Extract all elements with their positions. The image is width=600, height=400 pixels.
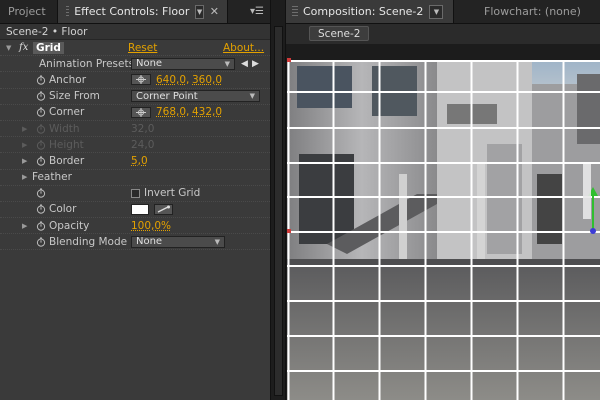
- composition-frame: [287, 44, 600, 400]
- corner-row: Corner 768,0 , 432,0: [0, 105, 270, 121]
- stopwatch-icon[interactable]: [36, 75, 46, 85]
- stopwatch-icon[interactable]: [36, 188, 46, 198]
- height-label: Height: [49, 138, 84, 151]
- size-from-row: Size From Corner Point ▼: [0, 89, 270, 105]
- crosshair-icon[interactable]: [131, 74, 151, 86]
- opacity-label: Opacity: [49, 219, 90, 232]
- animation-presets-dropdown[interactable]: None ▼: [131, 57, 235, 70]
- color-swatch[interactable]: [131, 203, 149, 215]
- anchor-y-value[interactable]: 360,0: [192, 74, 222, 86]
- expand-triangle-icon[interactable]: ▼: [6, 44, 14, 52]
- layer-handle-top-left[interactable]: [287, 58, 291, 62]
- size-from-label: Size From: [49, 90, 100, 103]
- stopwatch-icon[interactable]: [36, 221, 46, 231]
- panel-grip-icon[interactable]: [292, 5, 298, 18]
- invert-grid-row: Invert Grid: [0, 186, 270, 202]
- vertical-scrollbar[interactable]: [274, 26, 283, 396]
- corner-x-value[interactable]: 768,0: [156, 106, 186, 118]
- height-value: 24,0: [131, 138, 155, 151]
- border-row: ▶ Border 5,0: [0, 153, 270, 170]
- stopwatch-icon: [36, 124, 46, 134]
- expand-triangle-icon[interactable]: ▶: [22, 173, 30, 181]
- close-tab-icon[interactable]: ✕: [210, 5, 219, 18]
- panel-menu-icon[interactable]: ▾☰: [244, 0, 270, 23]
- color-row: Color: [0, 202, 270, 219]
- composition-navigator-bar: Scene-2: [286, 24, 600, 44]
- anchor-label: Anchor: [49, 73, 87, 86]
- expand-triangle-icon[interactable]: ▶: [22, 222, 30, 230]
- invert-grid-checkbox[interactable]: [131, 188, 140, 198]
- tab-dropdown-icon[interactable]: ▼: [195, 4, 204, 19]
- reset-link[interactable]: Reset: [128, 42, 157, 54]
- height-row: ▶ Height 24,0: [0, 137, 270, 154]
- anchor-row: Anchor 640,0 , 360,0: [0, 72, 270, 89]
- panel-grip-icon[interactable]: [66, 5, 70, 18]
- tab-project[interactable]: Project: [0, 0, 58, 23]
- stopwatch-icon[interactable]: [36, 156, 46, 166]
- chevron-down-icon: ▼: [224, 59, 230, 68]
- effect-header-row: ▼ fx Grid Reset About...: [0, 40, 270, 57]
- width-value: 32,0: [131, 122, 155, 135]
- expand-triangle-icon[interactable]: ▶: [22, 157, 30, 165]
- stopwatch-icon[interactable]: [36, 204, 46, 215]
- chevron-down-icon: ▼: [214, 237, 220, 246]
- left-tab-bar: Project Effect Controls: Floor ▼ ✕ ▾☰: [0, 0, 270, 24]
- blending-mode-dropdown[interactable]: None ▼: [131, 235, 225, 248]
- effect-controls-panel: Scene-2 • Floor ▼ fx Grid Reset About...…: [0, 24, 270, 400]
- animation-presets-label: Animation Presets:: [39, 57, 138, 70]
- tab-composition[interactable]: Composition: Scene-2 ▼: [286, 0, 454, 23]
- expand-triangle-icon[interactable]: ▶: [22, 141, 30, 149]
- composition-viewer[interactable]: [287, 44, 600, 400]
- effect-name[interactable]: Grid: [33, 41, 64, 54]
- animation-presets-row: Animation Presets: None ▼ ◀ ▶: [0, 56, 270, 73]
- feather-label: Feather: [32, 171, 72, 184]
- size-from-dropdown[interactable]: Corner Point ▼: [131, 90, 260, 103]
- chevron-down-icon: ▼: [249, 92, 255, 101]
- corner-label: Corner: [49, 106, 85, 119]
- border-value[interactable]: 5,0: [131, 155, 148, 167]
- stopwatch-icon[interactable]: [36, 107, 46, 118]
- right-tab-bar: Composition: Scene-2 ▼ Flowchart: (none): [286, 0, 600, 24]
- crosshair-icon[interactable]: [131, 106, 151, 118]
- breadcrumb: Scene-2 • Floor: [0, 24, 270, 40]
- panel-divider[interactable]: [270, 0, 286, 400]
- anchor-x-value[interactable]: 640,0: [156, 74, 186, 86]
- tab-dropdown-icon[interactable]: ▼: [429, 4, 444, 19]
- expand-triangle-icon[interactable]: ▶: [22, 125, 30, 133]
- scene-button[interactable]: Scene-2: [309, 26, 370, 41]
- tab-effect-controls[interactable]: Effect Controls: Floor ▼ ✕: [58, 0, 228, 23]
- width-label: Width: [49, 122, 80, 135]
- blending-mode-label: Blending Mode: [49, 235, 128, 248]
- blending-mode-row: Blending Mode None ▼: [0, 234, 270, 251]
- color-label: Color: [49, 203, 77, 216]
- layer-handle-left[interactable]: [287, 229, 291, 233]
- stopwatch-icon[interactable]: [36, 237, 46, 247]
- about-link[interactable]: About...: [223, 42, 264, 54]
- previous-preset-icon[interactable]: ◀: [241, 59, 248, 69]
- opacity-value[interactable]: 100,0%: [131, 220, 171, 232]
- invert-grid-label: Invert Grid: [144, 187, 201, 200]
- next-preset-icon[interactable]: ▶: [252, 59, 259, 69]
- feather-row: ▶ Feather: [0, 170, 270, 186]
- width-row: ▶ Width 32,0: [0, 121, 270, 138]
- border-label: Border: [49, 154, 85, 167]
- stopwatch-icon: [36, 140, 46, 150]
- tab-flowchart[interactable]: Flowchart: (none): [454, 0, 589, 23]
- opacity-row: ▶ Opacity 100,0%: [0, 218, 270, 235]
- corner-y-value[interactable]: 432,0: [192, 106, 222, 118]
- eyedropper-icon[interactable]: [154, 203, 173, 215]
- stopwatch-icon[interactable]: [36, 91, 46, 101]
- fx-toggle-icon[interactable]: fx: [19, 42, 28, 53]
